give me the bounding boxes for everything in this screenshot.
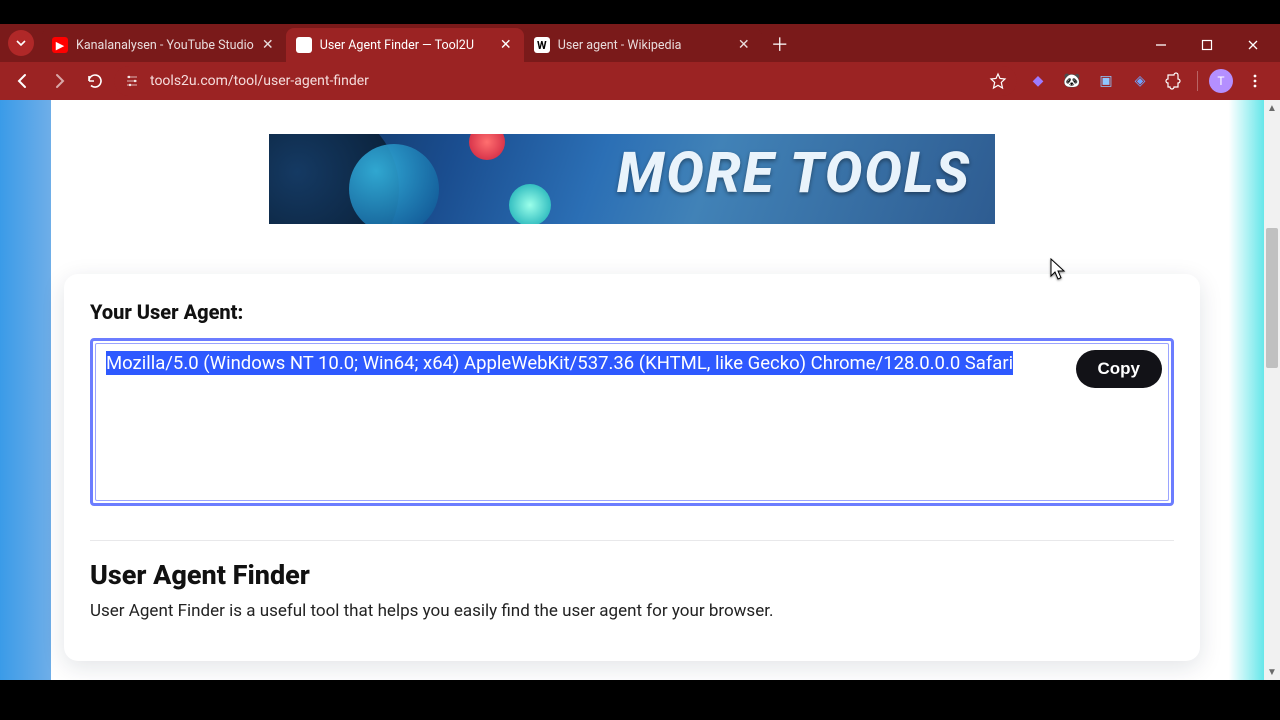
reload-icon [86, 72, 104, 90]
profile-button[interactable]: T [1206, 66, 1236, 96]
extension-discord-icon[interactable]: ◆ [1023, 66, 1053, 96]
search-tabs-button[interactable] [8, 30, 34, 56]
banner-title: MORE TOOLS [617, 140, 971, 206]
tab-strip: ▶ Kanalanalysen - YouTube Studio ✕ User … [0, 24, 1280, 62]
puzzle-icon [1165, 72, 1183, 90]
avatar-icon: T [1209, 69, 1233, 93]
scrollbar-thumb[interactable] [1266, 228, 1278, 368]
extension-4-icon[interactable]: ◈ [1125, 66, 1155, 96]
divider [90, 540, 1174, 541]
window-controls [1138, 28, 1280, 62]
wikipedia-icon: W [534, 37, 550, 53]
ua-output-wrapper: Mozilla/5.0 (Windows NT 10.0; Win64; x64… [90, 338, 1174, 506]
scroll-down-icon[interactable]: ▼ [1264, 664, 1280, 680]
youtube-icon: ▶ [52, 37, 68, 53]
letterbox-bottom [0, 680, 1280, 720]
more-tools-banner[interactable]: MORE TOOLS [269, 134, 995, 224]
copy-button[interactable]: Copy [1076, 350, 1163, 388]
new-tab-button[interactable]: ＋ [766, 30, 794, 58]
back-button[interactable] [6, 65, 40, 97]
browser-chrome: ▶ Kanalanalysen - YouTube Studio ✕ User … [0, 24, 1280, 100]
separator [1197, 71, 1198, 91]
reload-button[interactable] [78, 65, 112, 97]
decoration [469, 134, 505, 160]
kebab-icon [1247, 73, 1263, 89]
close-icon[interactable]: ✕ [498, 37, 514, 53]
menu-button[interactable] [1240, 66, 1270, 96]
ua-text-selected: Mozilla/5.0 (Windows NT 10.0; Win64; x64… [106, 351, 1013, 375]
close-icon [1247, 39, 1259, 51]
forward-button[interactable] [42, 65, 76, 97]
site-info-icon[interactable] [124, 73, 140, 89]
vertical-scrollbar[interactable]: ▲ ▼ [1264, 100, 1280, 680]
page-content: MORE TOOLS Your User Agent: Mozilla/5.0 … [0, 100, 1264, 680]
minimize-button[interactable] [1138, 28, 1184, 62]
tab-youtube-studio[interactable]: ▶ Kanalanalysen - YouTube Studio ✕ [42, 28, 286, 62]
section-heading: User Agent Finder [90, 559, 1174, 591]
section-description: User Agent Finder is a useful tool that … [90, 601, 1174, 621]
close-icon[interactable]: ✕ [736, 37, 752, 53]
page-icon [296, 37, 312, 53]
page-viewport: MORE TOOLS Your User Agent: Mozilla/5.0 … [0, 100, 1280, 680]
arrow-left-icon [14, 72, 32, 90]
tab-title: User agent - Wikipedia [558, 38, 730, 53]
close-icon[interactable]: ✕ [260, 37, 276, 53]
ua-label: Your User Agent: [90, 300, 1174, 324]
letterbox-top [0, 0, 1280, 24]
toolbar: tools2u.com/tool/user-agent-finder ◆ 🐼 ▣… [0, 62, 1280, 100]
tab-wikipedia[interactable]: W User agent - Wikipedia ✕ [524, 28, 762, 62]
address-bar[interactable]: tools2u.com/tool/user-agent-finder [114, 66, 1017, 96]
maximize-icon [1201, 39, 1213, 51]
extension-2-icon[interactable]: 🐼 [1057, 66, 1087, 96]
extensions-area: ◆ 🐼 ▣ ◈ T [1019, 66, 1274, 96]
decoration [509, 184, 551, 224]
user-agent-card: Your User Agent: Mozilla/5.0 (Windows NT… [64, 274, 1200, 661]
star-icon [989, 72, 1007, 90]
arrow-right-icon [50, 72, 68, 90]
chevron-down-icon [15, 37, 27, 49]
bookmark-button[interactable] [989, 72, 1007, 90]
url-text: tools2u.com/tool/user-agent-finder [150, 73, 369, 89]
tab-title: User Agent Finder — Tool2U [320, 38, 492, 53]
minimize-icon [1155, 39, 1167, 51]
tab-title: Kanalanalysen - YouTube Studio [76, 38, 254, 53]
extension-3-icon[interactable]: ▣ [1091, 66, 1121, 96]
tab-user-agent-finder[interactable]: User Agent Finder — Tool2U ✕ [286, 28, 524, 62]
extensions-button[interactable] [1159, 66, 1189, 96]
ua-output[interactable]: Mozilla/5.0 (Windows NT 10.0; Win64; x64… [95, 343, 1169, 501]
maximize-button[interactable] [1184, 28, 1230, 62]
close-window-button[interactable] [1230, 28, 1276, 62]
scroll-up-icon[interactable]: ▲ [1264, 100, 1280, 116]
